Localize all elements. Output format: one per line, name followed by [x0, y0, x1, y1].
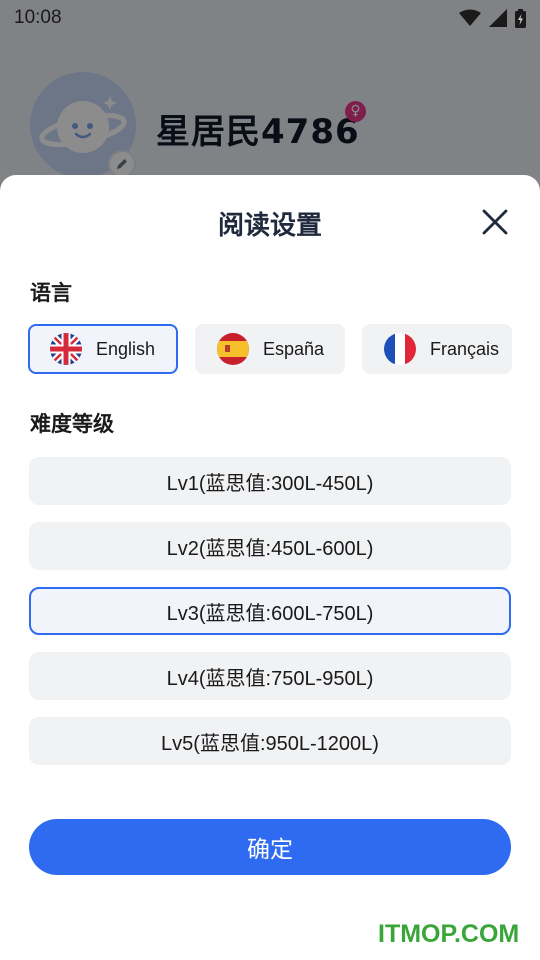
language-label: English	[96, 338, 156, 359]
language-section-label: 语言	[30, 281, 72, 305]
difficulty-section-label: 难度等级	[30, 412, 114, 436]
spain-flag-icon	[217, 333, 249, 365]
close-icon	[482, 209, 508, 235]
level-option-lv1[interactable]: Lv1(蓝思值:300L-450L)	[29, 457, 511, 505]
language-option-spain[interactable]: España	[195, 324, 345, 374]
battery-charging-icon	[515, 8, 526, 28]
status-bar: 10:08	[0, 0, 540, 36]
language-label: España	[263, 338, 325, 359]
sheet-title: 阅读设置	[217, 211, 322, 241]
close-button[interactable]	[478, 205, 512, 239]
cell-signal-icon	[489, 9, 507, 27]
france-flag-icon	[384, 333, 416, 365]
level-option-lv4[interactable]: Lv4(蓝思值:750L-950L)	[29, 652, 511, 700]
level-option-lv5[interactable]: Lv5(蓝思值:950L-1200L)	[29, 717, 511, 765]
status-time: 10:08	[14, 7, 62, 28]
language-option-english[interactable]: English	[28, 324, 178, 374]
reading-settings-sheet: 阅读设置 语言 English España Français 难度等级 Lv1…	[0, 175, 540, 960]
level-option-lv3[interactable]: Lv3(蓝思值:600L-750L)	[29, 587, 511, 635]
language-option-france[interactable]: Français	[362, 324, 512, 374]
language-options: English España Français	[28, 324, 512, 374]
watermark: ITMOP.COM	[378, 920, 520, 948]
status-icons	[459, 8, 526, 28]
uk-flag-icon	[50, 333, 82, 365]
wifi-icon	[459, 9, 481, 26]
level-option-lv2[interactable]: Lv2(蓝思值:450L-600L)	[29, 522, 511, 570]
language-label: Français	[430, 338, 500, 359]
confirm-button[interactable]: 确定	[29, 819, 511, 875]
